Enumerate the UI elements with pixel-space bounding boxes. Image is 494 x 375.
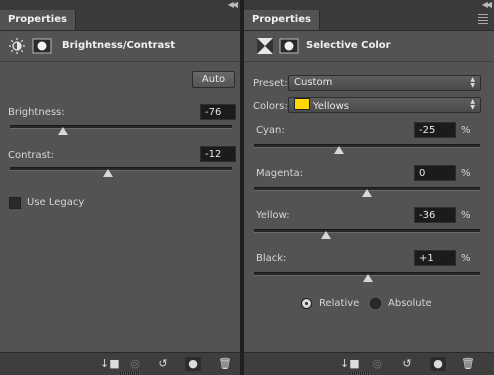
adjustment-header: Selective Color [244, 31, 494, 62]
preset-label: Preset: [253, 78, 288, 89]
adjustment-title: Brightness/Contrast [62, 40, 176, 51]
cyan-slider-thumb[interactable] [333, 146, 344, 154]
contrast-input[interactable]: -12 [200, 146, 236, 162]
clip-to-layer-icon[interactable]: ↓■ [100, 357, 120, 371]
cyan-unit: % [461, 125, 471, 136]
preset-select[interactable]: Custom ▲ ▼ [288, 75, 481, 91]
collapse-icon[interactable]: ◀◀ [228, 0, 238, 10]
brightness-contrast-icon [9, 38, 25, 54]
layer-mask-icon[interactable] [32, 37, 54, 55]
cyan-input[interactable]: -25 [414, 122, 456, 138]
absolute-radio[interactable] [370, 298, 381, 309]
select-arrows-icon: ▲ ▼ [470, 76, 475, 89]
relative-radio[interactable] [301, 298, 312, 309]
yellow-label: Yellow: [256, 210, 290, 221]
magenta-unit: % [461, 168, 471, 179]
contrast-slider-track[interactable] [10, 167, 232, 177]
select-arrows-icon: ▲ ▼ [470, 98, 475, 111]
layer-mask-icon[interactable] [279, 37, 301, 55]
yellow-unit: % [461, 210, 471, 221]
tab-bar: Properties [244, 10, 494, 31]
colors-label: Colors: [253, 101, 288, 112]
magenta-label: Magenta: [256, 168, 304, 179]
magenta-slider-thumb[interactable] [362, 189, 372, 197]
use-legacy-checkbox[interactable] [9, 197, 21, 209]
black-slider-thumb[interactable] [363, 274, 374, 282]
brightness-contrast-panel: ◀◀ Properties Brightness/Contrast Auto B… [0, 0, 240, 375]
panel-body: Preset: Custom ▲ ▼ Colors: Yellows ▲ ▼ Cya… [244, 62, 494, 353]
black-input[interactable]: +1 [414, 250, 456, 266]
adjustment-header: Brightness/Contrast [0, 31, 240, 62]
trash-icon[interactable]: 🗑 [460, 357, 476, 371]
magenta-slider-track[interactable] [254, 187, 480, 197]
colors-value: Yellows [313, 101, 349, 112]
black-slider-track[interactable] [254, 272, 480, 282]
brightness-slider-thumb[interactable] [58, 127, 69, 135]
selective-color-panel: ◀◀ Properties Selective Color Preset: Cu… [244, 0, 494, 375]
magenta-input[interactable]: 0 [414, 165, 456, 181]
yellow-slider-track[interactable] [254, 229, 480, 239]
contrast-label: Contrast: [8, 150, 55, 161]
panel-footer: ↓■ ◎ ↺ ● 🗑 [0, 352, 240, 375]
eye-icon[interactable]: ● [185, 357, 201, 371]
absolute-label[interactable]: Absolute [388, 298, 432, 309]
contrast-slider-thumb[interactable] [102, 169, 113, 177]
adjustment-title: Selective Color [306, 40, 391, 51]
use-legacy-label[interactable]: Use Legacy [27, 197, 84, 208]
collapse-icon[interactable]: ◀◀ [482, 0, 492, 10]
cyan-slider-track[interactable] [254, 144, 480, 154]
brightness-input[interactable]: -76 [200, 104, 236, 120]
relative-label[interactable]: Relative [319, 298, 359, 309]
panel-body: Auto Brightness: -76 Contrast: -12 Use L… [0, 62, 240, 353]
panel-footer: ↓■ ◎ ↺ ● 🗑 [244, 352, 494, 375]
trash-icon[interactable]: 🗑 [217, 357, 233, 371]
visibility-cycle-icon[interactable]: ◎ [369, 357, 385, 371]
tab-bar: Properties [0, 10, 240, 31]
selective-color-icon [257, 38, 273, 54]
visibility-cycle-icon[interactable]: ◎ [127, 357, 143, 371]
reset-icon[interactable]: ↺ [155, 357, 171, 371]
colors-select[interactable]: Yellows ▲ ▼ [288, 97, 481, 113]
yellow-swatch [294, 98, 310, 110]
yellow-slider-thumb[interactable] [321, 231, 332, 239]
reset-icon[interactable]: ↺ [399, 357, 415, 371]
brightness-slider-track[interactable] [10, 125, 232, 135]
tab-properties[interactable]: Properties [0, 10, 76, 30]
eye-icon[interactable]: ● [430, 357, 446, 371]
brightness-label: Brightness: [8, 107, 65, 118]
panel-menu-icon[interactable] [478, 14, 488, 26]
tab-properties[interactable]: Properties [244, 10, 320, 30]
yellow-input[interactable]: -36 [414, 207, 456, 223]
preset-value: Custom [294, 77, 333, 88]
black-label: Black: [256, 253, 287, 264]
black-unit: % [461, 253, 471, 264]
cyan-label: Cyan: [256, 125, 285, 136]
auto-button[interactable]: Auto [192, 71, 235, 88]
clip-to-layer-icon[interactable]: ↓■ [340, 357, 360, 371]
